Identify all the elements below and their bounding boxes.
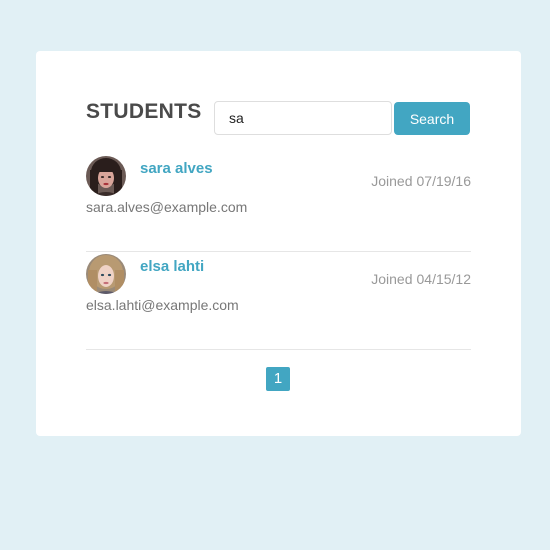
student-email: sara.alves@example.com: [86, 199, 248, 215]
search-button[interactable]: Search: [394, 102, 470, 135]
student-email: elsa.lahti@example.com: [86, 297, 239, 313]
student-list: sara alves Joined 07/19/16 sara.alves@exa…: [86, 154, 471, 350]
joined-date: Joined 07/19/16: [371, 173, 471, 189]
student-name-link[interactable]: sara alves: [140, 160, 213, 177]
avatar: [86, 156, 126, 196]
joined-date-value: 07/19/16: [416, 173, 472, 189]
page-button-1[interactable]: 1: [266, 367, 290, 391]
students-header: STUDENTS Search: [86, 101, 471, 135]
students-card: STUDENTS Search sara alves: [36, 51, 521, 436]
avatar: [86, 254, 126, 294]
student-name-link[interactable]: elsa lahti: [140, 258, 204, 275]
list-item: sara alves Joined 07/19/16 sara.alves@exa…: [86, 154, 471, 252]
page-title: STUDENTS: [86, 100, 202, 123]
list-item: elsa lahti Joined 04/15/12 elsa.lahti@exa…: [86, 252, 471, 350]
joined-date: Joined 04/15/12: [371, 271, 471, 287]
pagination: 1: [266, 367, 290, 391]
joined-label: Joined: [371, 173, 413, 189]
joined-date-value: 04/15/12: [416, 271, 472, 287]
joined-label: Joined: [371, 271, 413, 287]
search-input[interactable]: [214, 101, 392, 135]
